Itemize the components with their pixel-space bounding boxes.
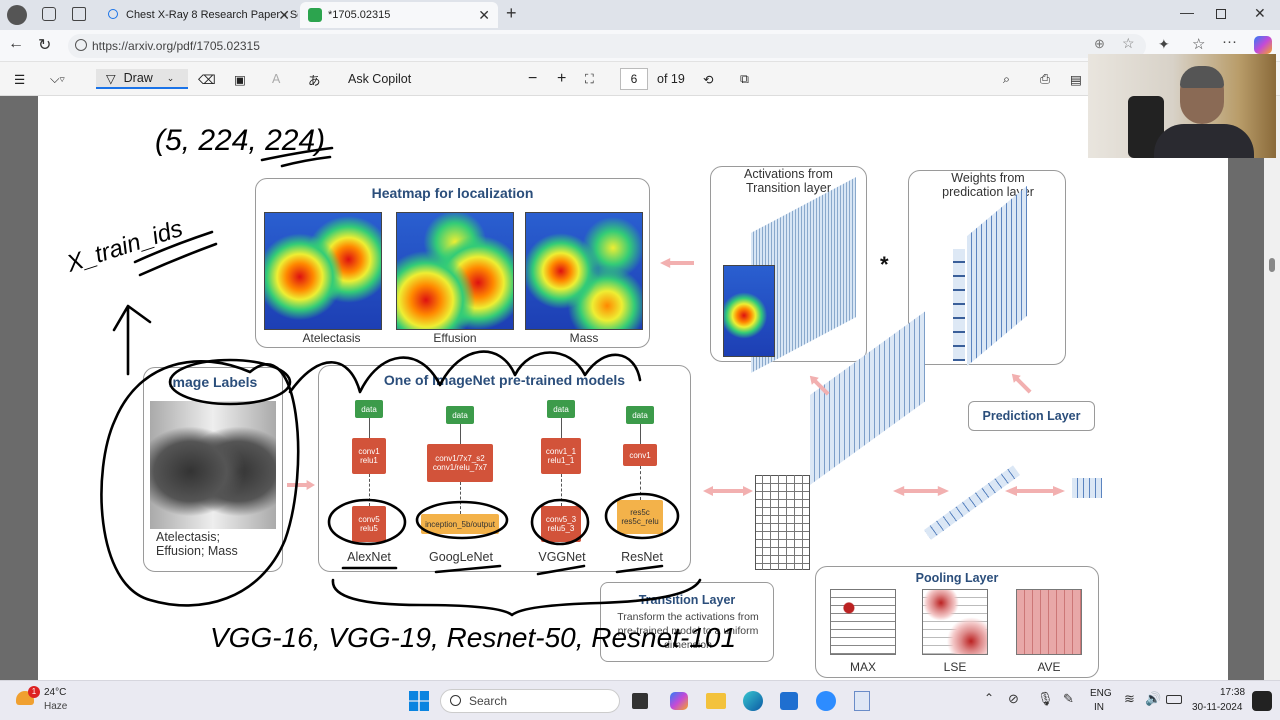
ink-circle — [530, 498, 590, 546]
ink-wave — [288, 350, 642, 394]
network-off-icon[interactable]: ⊘ — [1008, 691, 1019, 707]
volume-icon[interactable]: 🔊 — [1145, 691, 1161, 707]
wifi-icon[interactable]: ≋ — [1124, 691, 1135, 707]
battery-icon[interactable] — [1166, 695, 1182, 704]
ink-dims-text: (5, 224, 224) — [155, 124, 325, 157]
ink-underline — [280, 155, 332, 168]
taskbar: 1 24°C Haze Search ⌃ ⊘ 🎙 ✎ ENG IN ≋ 🔊 17… — [0, 680, 1280, 720]
search-label: Search — [469, 694, 508, 708]
ink-circle — [327, 498, 407, 546]
taskbar-search[interactable]: Search — [440, 689, 620, 713]
file-explorer-icon[interactable] — [706, 693, 726, 709]
ink-circle — [415, 500, 509, 540]
webcam-person-body — [1154, 124, 1254, 158]
task-view-icon[interactable] — [632, 693, 648, 709]
ink-arrow-up — [112, 304, 152, 376]
webcam-person-cap — [1180, 66, 1224, 88]
webcam-overlay — [1088, 54, 1276, 158]
show-hidden-icons[interactable]: ⌃ — [984, 691, 994, 705]
edge-browser-icon[interactable] — [743, 691, 763, 711]
zoom-app-icon[interactable] — [816, 691, 836, 711]
microphone-icon[interactable]: 🎙 — [1037, 691, 1054, 707]
language-label[interactable]: ENG — [1090, 688, 1112, 699]
ink-circle — [168, 358, 292, 406]
start-button-icon[interactable] — [409, 691, 429, 711]
weather-badge: 1 — [28, 686, 40, 698]
ink-circle — [604, 492, 680, 540]
copilot-app-icon[interactable] — [670, 692, 688, 710]
notepad-icon[interactable] — [854, 691, 870, 711]
pen-icon[interactable]: ✎ — [1063, 691, 1074, 707]
ink-brace — [331, 578, 702, 617]
search-icon — [450, 695, 461, 706]
weather-desc: Haze — [44, 701, 68, 712]
notification-icon[interactable] — [1252, 691, 1272, 711]
store-icon[interactable] — [780, 692, 798, 710]
ink-xtrain-text: X_train_ids — [63, 215, 186, 278]
clock-date[interactable]: 30-11-2024 — [1192, 702, 1242, 713]
weather-temp: 24°C — [44, 687, 67, 698]
region-label: IN — [1094, 702, 1104, 713]
ink-underline — [341, 564, 664, 576]
ink-models-text: VGG-16, VGG-19, Resnet-50, Resnet-101 — [210, 622, 736, 653]
clock-time[interactable]: 17:38 — [1220, 687, 1245, 698]
